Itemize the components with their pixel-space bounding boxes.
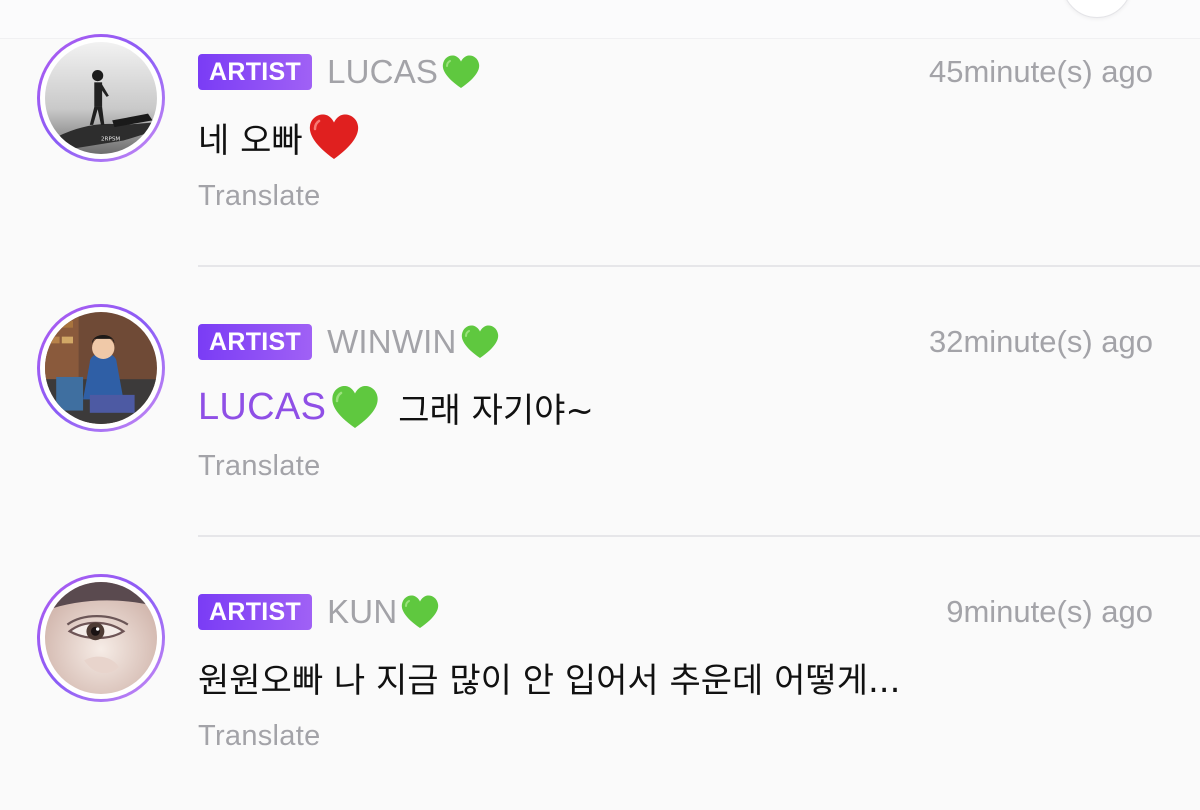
username[interactable]: WINWIN	[327, 323, 457, 361]
avatar-photo: 2RPSM	[45, 42, 157, 154]
mention-link[interactable]: LUCAS	[198, 386, 326, 429]
message-text: 원원오빠 나 지금 많이 안 입어서 추운데 어떻게...	[198, 660, 901, 701]
svg-text:2RPSM: 2RPSM	[101, 137, 120, 143]
comment-message: 원원오빠 나 지금 많이 안 입어서 추운데 어떻게...	[198, 650, 900, 704]
green-heart-icon	[441, 54, 481, 90]
message-text: 그래 자기야~	[398, 390, 594, 431]
green-heart-icon	[400, 594, 440, 630]
comment-item: ARTIST WINWIN 32minute(s) ago LUCAS 그래 자…	[0, 270, 1200, 540]
comment-header: ARTIST KUN	[198, 592, 440, 632]
comment-item: ARTIST KUN 9minute(s) ago 원원오빠 나 지금 많이 안…	[0, 540, 1200, 810]
comment-message: 네 오빠	[198, 110, 361, 164]
avatar-frame	[40, 577, 162, 699]
translate-link[interactable]: Translate	[198, 450, 321, 483]
timestamp: 32minute(s) ago	[928, 324, 1153, 359]
artist-badge: ARTIST	[198, 324, 313, 360]
comment-header: ARTIST LUCAS	[198, 52, 481, 92]
username[interactable]: LUCAS	[327, 53, 438, 91]
translate-link[interactable]: Translate	[198, 180, 321, 213]
avatar-frame: 2RPSM	[40, 37, 162, 159]
username[interactable]: KUN	[327, 593, 397, 631]
message-text: 네 오빠	[198, 120, 303, 161]
divider	[198, 535, 1200, 537]
avatar-ring[interactable]	[37, 574, 165, 702]
translate-link[interactable]: Translate	[198, 720, 321, 753]
avatar-photo	[45, 312, 157, 424]
avatar-photo	[45, 582, 157, 694]
avatar	[45, 582, 157, 694]
timestamp: 9minute(s) ago	[946, 594, 1153, 629]
comment-message: LUCAS 그래 자기야~	[198, 380, 594, 434]
comment-item: 2RPSM ARTIST LUCAS 45minute(s) ago 네 오빠 …	[0, 0, 1200, 270]
avatar: 2RPSM	[45, 42, 157, 154]
avatar-frame	[40, 307, 162, 429]
artist-badge: ARTIST	[198, 54, 313, 90]
avatar-ring[interactable]	[37, 304, 165, 432]
timestamp: 45minute(s) ago	[928, 54, 1153, 89]
avatar-ring[interactable]: 2RPSM	[37, 34, 165, 162]
green-heart-icon	[460, 324, 500, 360]
green-heart-icon	[330, 384, 380, 430]
artist-badge: ARTIST	[198, 594, 313, 630]
avatar	[45, 312, 157, 424]
comment-header: ARTIST WINWIN	[198, 322, 500, 362]
divider	[198, 265, 1200, 267]
red-heart-icon	[307, 112, 361, 162]
